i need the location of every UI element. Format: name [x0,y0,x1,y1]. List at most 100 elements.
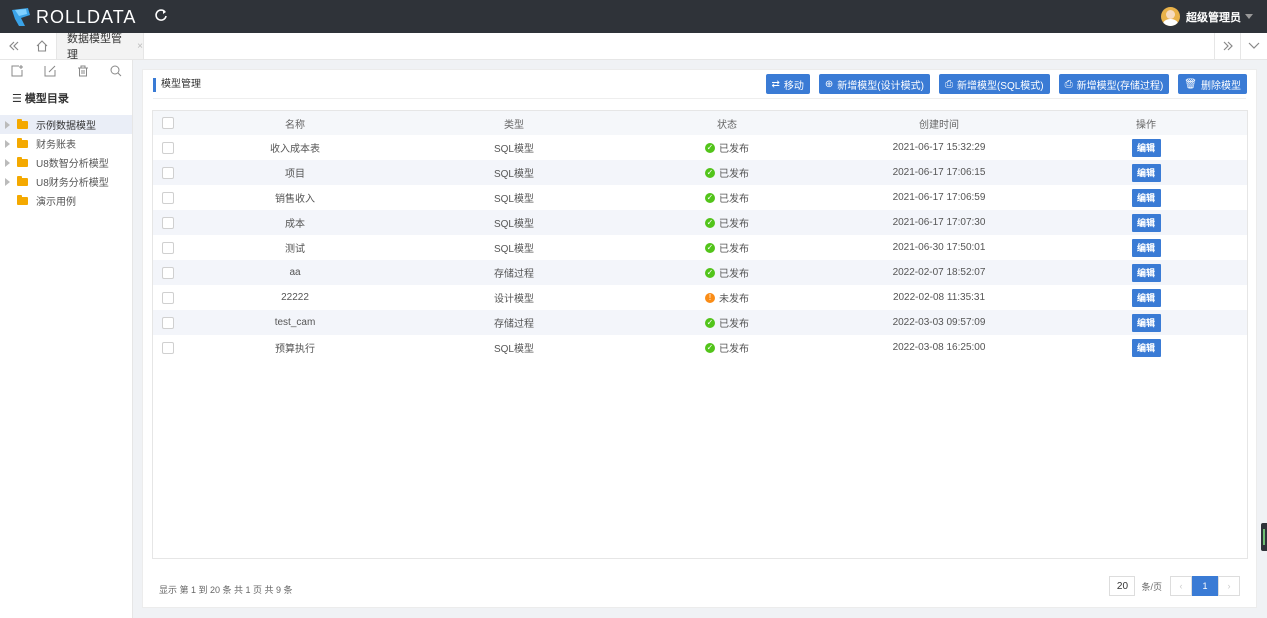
caret-right-icon[interactable] [5,158,10,167]
edit-button[interactable]: 编辑 [1131,313,1161,332]
prev-page-button[interactable]: ‹ [1170,576,1192,596]
table-row[interactable]: 22222 设计模型! 未发布 2022-02-08 11:35:31 编辑 [153,285,1247,310]
cell-status: ✓ 已发布 [621,335,833,360]
row-select-cell [153,160,183,185]
table-row[interactable]: 预算执行 SQL模型 ✓ 已发布 2022-03-08 16:25:00 编辑 [153,335,1247,360]
tree-item[interactable]: 财务账表 [0,134,132,153]
cell-name: 成本 [285,219,305,230]
add-procedure-model-button[interactable]: ⎙ 新增模型(存储过程) [1058,74,1170,94]
add-design-model-button[interactable]: ⊕ 新增模型(设计模式) [818,74,930,94]
cell-created: 2022-02-07 18:52:07 [892,267,986,278]
delete-folder-button[interactable] [66,60,99,82]
edit-button[interactable]: 编辑 [1131,338,1161,357]
select-all-checkbox[interactable] [162,117,174,129]
home-tab[interactable] [28,33,56,59]
tree-item[interactable]: U8数智分析模型 [0,153,132,172]
cell-status: ✓ 已发布 [621,235,833,260]
row-checkbox[interactable] [162,316,174,329]
col-type[interactable]: 类型 [407,111,621,135]
tree-item-label: 演示用例 [36,197,76,208]
edit-button[interactable]: 编辑 [1131,163,1161,182]
delete-model-button[interactable]: 🗑 删除模型 [1178,74,1247,94]
tree-item[interactable]: 演示用例 [0,191,132,210]
cell-status: ✓ 已发布 [621,160,833,185]
caret-right-icon[interactable] [5,177,10,186]
search-folder-button[interactable] [99,60,132,82]
status-text: 已发布 [719,344,749,355]
trash-icon: 🗑 [1184,78,1197,90]
row-checkbox[interactable] [162,241,174,254]
user-menu[interactable]: 超级管理员 [1161,7,1253,26]
status-text: 已发布 [719,169,749,180]
edit-button[interactable]: 编辑 [1131,138,1161,157]
row-select-cell [153,335,183,360]
table-row[interactable]: 项目 SQL模型 ✓ 已发布 2021-06-17 17:06:15 编辑 [153,160,1247,185]
col-name[interactable]: 名称 [183,111,407,135]
table-row[interactable]: 成本 SQL模型 ✓ 已发布 2021-06-17 17:07:30 编辑 [153,210,1247,235]
double-chevron-right-icon [1223,41,1233,51]
row-select-cell [153,285,183,310]
tree-item[interactable]: U8财务分析模型 [0,172,132,191]
edit-icon [44,65,55,77]
tab-menu-button[interactable] [1240,33,1267,59]
row-select-cell [153,210,183,235]
title-divider [153,98,1246,99]
col-created[interactable]: 创建时间 [833,111,1045,135]
logo[interactable]: ROLLDATA [10,6,136,28]
row-select-cell [153,310,183,335]
tab-data-model-manage[interactable]: 数据模型管理 × [56,33,144,61]
floating-side-tab[interactable] [1261,523,1267,551]
row-checkbox[interactable] [162,141,174,154]
cell-type: SQL模型 [493,194,534,205]
cell-name: aa [289,267,301,278]
cell-type: 设计模型 [494,294,534,305]
table-row[interactable]: 收入成本表 SQL模型 ✓ 已发布 2021-06-17 15:32:29 编辑 [153,135,1247,160]
tree-item[interactable]: 示例数据模型 [0,115,132,134]
check-circle-icon: ✓ [705,192,715,203]
row-checkbox[interactable] [162,341,174,354]
page-size-select[interactable]: 20 [1109,576,1136,596]
close-icon[interactable]: × [137,41,143,52]
status-badge: ✓ 已发布 [705,215,749,230]
row-checkbox[interactable] [162,216,174,229]
table-row[interactable]: 测试 SQL模型 ✓ 已发布 2021-06-30 17:50:01 编辑 [153,235,1247,260]
table-row[interactable]: 销售收入 SQL模型 ✓ 已发布 2021-06-17 17:06:59 编辑 [153,185,1247,210]
status-text: 未发布 [719,294,749,305]
sidebar-toolbar [0,60,132,82]
top-header: ROLLDATA 超级管理员 [0,0,1267,33]
cell-type: SQL模型 [493,344,534,355]
col-status[interactable]: 状态 [621,111,833,135]
status-badge: ✓ 已发布 [705,165,749,180]
edit-button[interactable]: 编辑 [1131,238,1161,257]
model-table: 名称 类型 状态 创建时间 操作 收入成本表 SQL模型 ✓ 已发布 2021-06-1… [152,110,1248,559]
table-row[interactable]: aa 存储过程 ✓ 已发布 2022-02-07 18:52:07 编辑 [153,260,1247,285]
page-1-button[interactable]: 1 [1192,576,1218,596]
status-text: 已发布 [719,269,749,280]
refresh-icon[interactable] [154,8,168,22]
row-checkbox[interactable] [162,266,174,279]
cell-created: 2021-06-17 17:06:15 [892,167,986,178]
edit-button[interactable]: 编辑 [1131,188,1161,207]
row-checkbox[interactable] [162,291,174,304]
check-circle-icon: ✓ [705,342,715,353]
table-row[interactable]: test_cam 存储过程 ✓ 已发布 2022-03-03 09:57:09 编辑 [153,310,1247,335]
edit-folder-button[interactable] [33,60,66,82]
row-select-cell [153,260,183,285]
add-folder-button[interactable] [0,60,33,82]
row-checkbox[interactable] [162,191,174,204]
scroll-left-button[interactable] [0,33,28,59]
edit-button[interactable]: 编辑 [1131,213,1161,232]
double-chevron-left-icon [9,41,19,51]
row-checkbox[interactable] [162,166,174,179]
next-page-button[interactable]: › [1218,576,1240,596]
add-sql-model-button[interactable]: ⎙ 新增模型(SQL模式) [938,74,1050,94]
folder-icon [17,194,28,205]
caret-right-icon[interactable] [5,120,10,129]
scroll-right-button[interactable] [1214,33,1240,59]
cell-created: 2021-06-30 17:50:01 [892,242,986,253]
caret-right-icon[interactable] [5,139,10,148]
edit-button[interactable]: 编辑 [1131,263,1161,282]
move-button[interactable]: ⇄ 移动 [765,74,810,94]
edit-button[interactable]: 编辑 [1131,288,1161,307]
cell-created: 2021-06-17 17:06:59 [892,192,986,203]
